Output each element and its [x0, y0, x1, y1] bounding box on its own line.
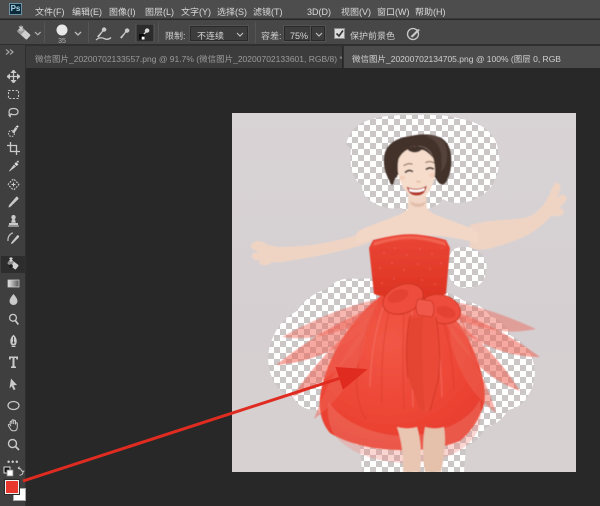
svg-text:35: 35: [58, 38, 66, 44]
